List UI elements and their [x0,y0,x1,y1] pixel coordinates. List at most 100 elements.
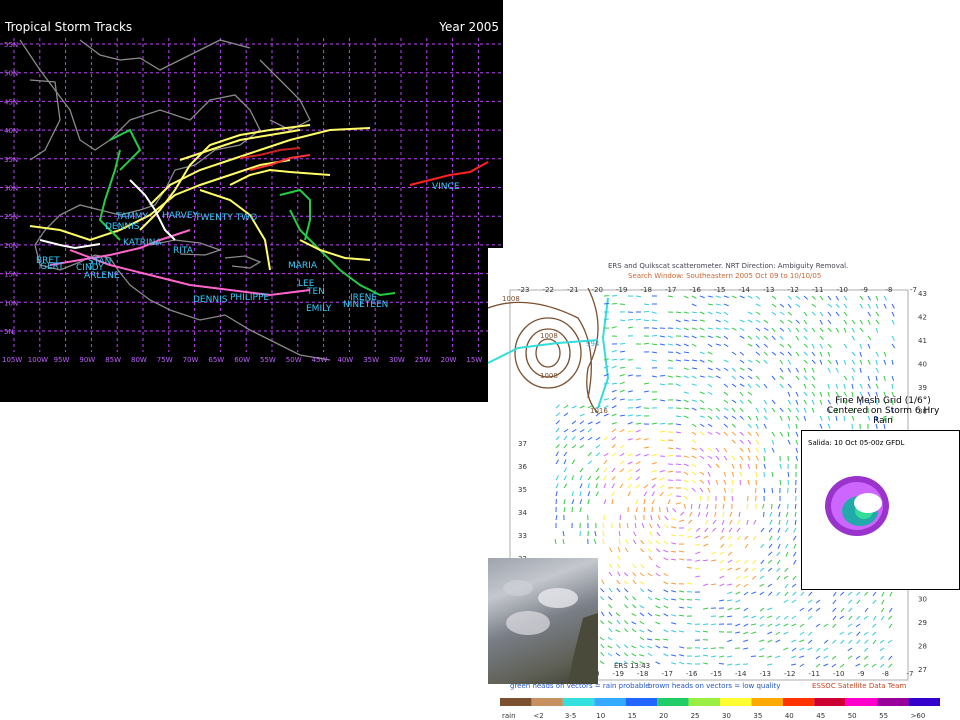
wind-vector [655,548,661,553]
wind-vector [784,567,789,573]
wind-vector [754,487,757,494]
top-axis-label: -7 [910,286,917,294]
wind-vector [771,471,774,477]
wind-vector [851,327,855,333]
top-axis-label: -13 [763,286,774,294]
right-axis-label: 39 [918,384,927,392]
wind-vector [663,589,669,593]
wind-vector [635,468,641,473]
wind-vector [694,598,701,601]
wind-vector [807,647,813,651]
wind-vector [779,351,785,356]
wind-vector [795,431,799,437]
wind-vector [864,591,869,596]
wind-vector [683,311,689,314]
wind-vector [787,343,792,349]
wind-vector [579,420,585,425]
wind-vector [697,511,701,517]
wind-vector [779,375,785,380]
wind-vector [655,572,661,577]
wind-vector [632,604,637,609]
wind-vector [719,583,725,587]
wind-vector [875,311,880,317]
wind-vector [891,383,894,390]
wind-vector [631,653,637,657]
bottom-axis-label: -7 [907,670,914,678]
wind-vector [731,327,737,331]
lat-label: 15N [4,271,18,279]
wind-vector [767,607,773,611]
top-axis-label: -18 [641,286,652,294]
wind-vector [735,607,741,610]
wind-vector [675,423,682,426]
wind-vector [794,503,797,510]
wind-vector [771,487,774,494]
wind-vector [627,438,633,441]
wind-vector [755,383,761,388]
wind-vector [707,487,711,493]
wind-vector [891,359,894,365]
scale-swatch [908,698,940,706]
wind-vector [727,559,733,564]
wind-vector [715,447,720,453]
wind-vector [675,327,681,330]
wind-vector [639,612,645,617]
wind-vector [823,623,829,628]
wind-vector [647,588,653,593]
wind-vector [617,547,621,553]
wind-vector [715,407,721,412]
wind-vector [671,542,677,545]
wind-vector [819,319,823,325]
wind-vector [647,629,653,633]
wind-vector [663,557,669,561]
wind-vector [755,375,760,380]
wind-vector [699,455,705,460]
wind-vector [888,655,893,661]
wind-vector [659,343,665,346]
wind-vector [619,350,626,353]
label-katrina: KATRINA [123,238,162,248]
wind-vector [759,615,765,620]
wind-vector [715,455,720,461]
wind-vector [783,623,789,627]
wind-vector [811,399,815,405]
wind-vector [791,663,797,666]
wind-vector [711,551,717,555]
label-twenty-two: TWENTY TWO [194,213,257,223]
wind-vector [755,455,760,461]
wind-vector [678,630,685,633]
wind-vector [691,487,696,492]
wind-vector [635,499,639,505]
wind-vector [873,615,877,621]
wind-vector [579,507,582,513]
wind-vector [663,638,669,641]
wind-vector [792,575,797,581]
wind-vector [627,468,633,473]
wind-vector [571,405,577,409]
wind-vector [675,383,681,387]
wind-vector [616,563,621,569]
wind-vector [723,391,729,396]
wind-vector [771,303,777,308]
wind-vector [706,503,709,509]
wind-vector [875,295,879,301]
wind-vector [751,615,757,619]
wind-vector [735,583,741,588]
right-axis-label: 42 [918,314,927,322]
scale-swatch [877,698,909,706]
wind-vector [695,535,701,539]
wind-vector [615,612,621,617]
wind-vector [811,375,816,381]
wind-vector [555,483,559,489]
wind-vector [871,623,877,628]
wind-vector [867,295,871,301]
wind-vector [767,559,773,564]
wind-vector [656,531,661,537]
wind-vector [683,487,689,491]
wind-vector [823,655,829,659]
wind-vector [671,654,677,657]
scale-swatch [531,698,563,706]
wind-vector [787,359,792,365]
wind-vector [767,623,773,627]
wind-vector [579,444,585,449]
